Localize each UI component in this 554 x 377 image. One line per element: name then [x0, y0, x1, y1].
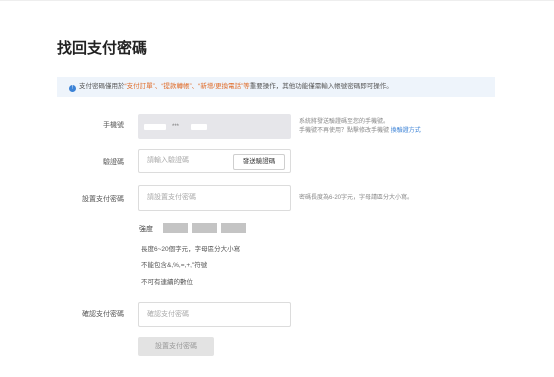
notice-prefix: 支付密碼僅用於 — [79, 83, 125, 90]
send-code-button[interactable]: 發送驗證碼 — [233, 154, 285, 170]
phone-hint-line2: 手機號不再使用？點擊修改手機號 — [299, 128, 390, 134]
phone-mask-left — [144, 124, 166, 130]
info-notice: ! 支付密碼僅用於“支付訂單”、“提款轉帳”、“新增/更換電話”等重要操作，其他功… — [57, 77, 495, 97]
page-title: 找回支付密碼 — [57, 40, 148, 57]
top-divider — [0, 0, 554, 1]
password-rule-2: 不能包含&,%,=,+,"符號 — [141, 262, 208, 269]
set-password-hint: 密碼長度為6-20字元，字母請區分大小寫。 — [299, 195, 414, 201]
password-rule-3: 不可有連續的數位 — [141, 279, 193, 286]
submit-button[interactable]: 設置支付密碼 — [138, 337, 214, 356]
info-icon: ! — [69, 85, 76, 92]
phone-masked-value: *** — [172, 124, 180, 130]
notice-highlight: “支付訂單”、“提款轉帳”、“新增/更換電話”等 — [124, 83, 250, 90]
phone-hint: 系統將發送驗證碼至您的手機號。 手機號不再使用？點擊修改手機號 換驗證方式 — [299, 118, 421, 136]
strength-bar-1 — [163, 223, 188, 233]
phone-label: 手機號 — [103, 122, 124, 129]
change-verify-method-link[interactable]: 換驗證方式 — [391, 128, 421, 134]
set-password-label: 設置支付密碼 — [82, 196, 124, 203]
strength-bar-2 — [192, 223, 217, 233]
strength-label: 強度 — [139, 226, 153, 233]
confirm-password-input[interactable]: 確認支付密碼 — [138, 302, 291, 327]
confirm-password-placeholder: 確認支付密碼 — [147, 311, 189, 318]
set-password-input[interactable]: 請設置支付密碼 — [138, 185, 291, 211]
confirm-password-label: 確認支付密碼 — [82, 311, 124, 318]
notice-suffix: 重要操作，其他功能僅需輸入帳號密碼即可操作。 — [249, 83, 393, 90]
phone-mask-right — [191, 124, 207, 130]
code-label: 驗證碼 — [103, 159, 124, 166]
code-placeholder: 請輸入驗證碼 — [147, 157, 189, 164]
set-password-placeholder: 請設置支付密碼 — [147, 194, 196, 201]
password-rule-1: 長度6~20個字元，字母區分大小寫 — [141, 246, 241, 253]
strength-bar-3 — [221, 223, 246, 233]
phone-hint-line1: 系統將發送驗證碼至您的手機號。 — [299, 119, 390, 125]
phone-field: *** — [138, 114, 291, 139]
